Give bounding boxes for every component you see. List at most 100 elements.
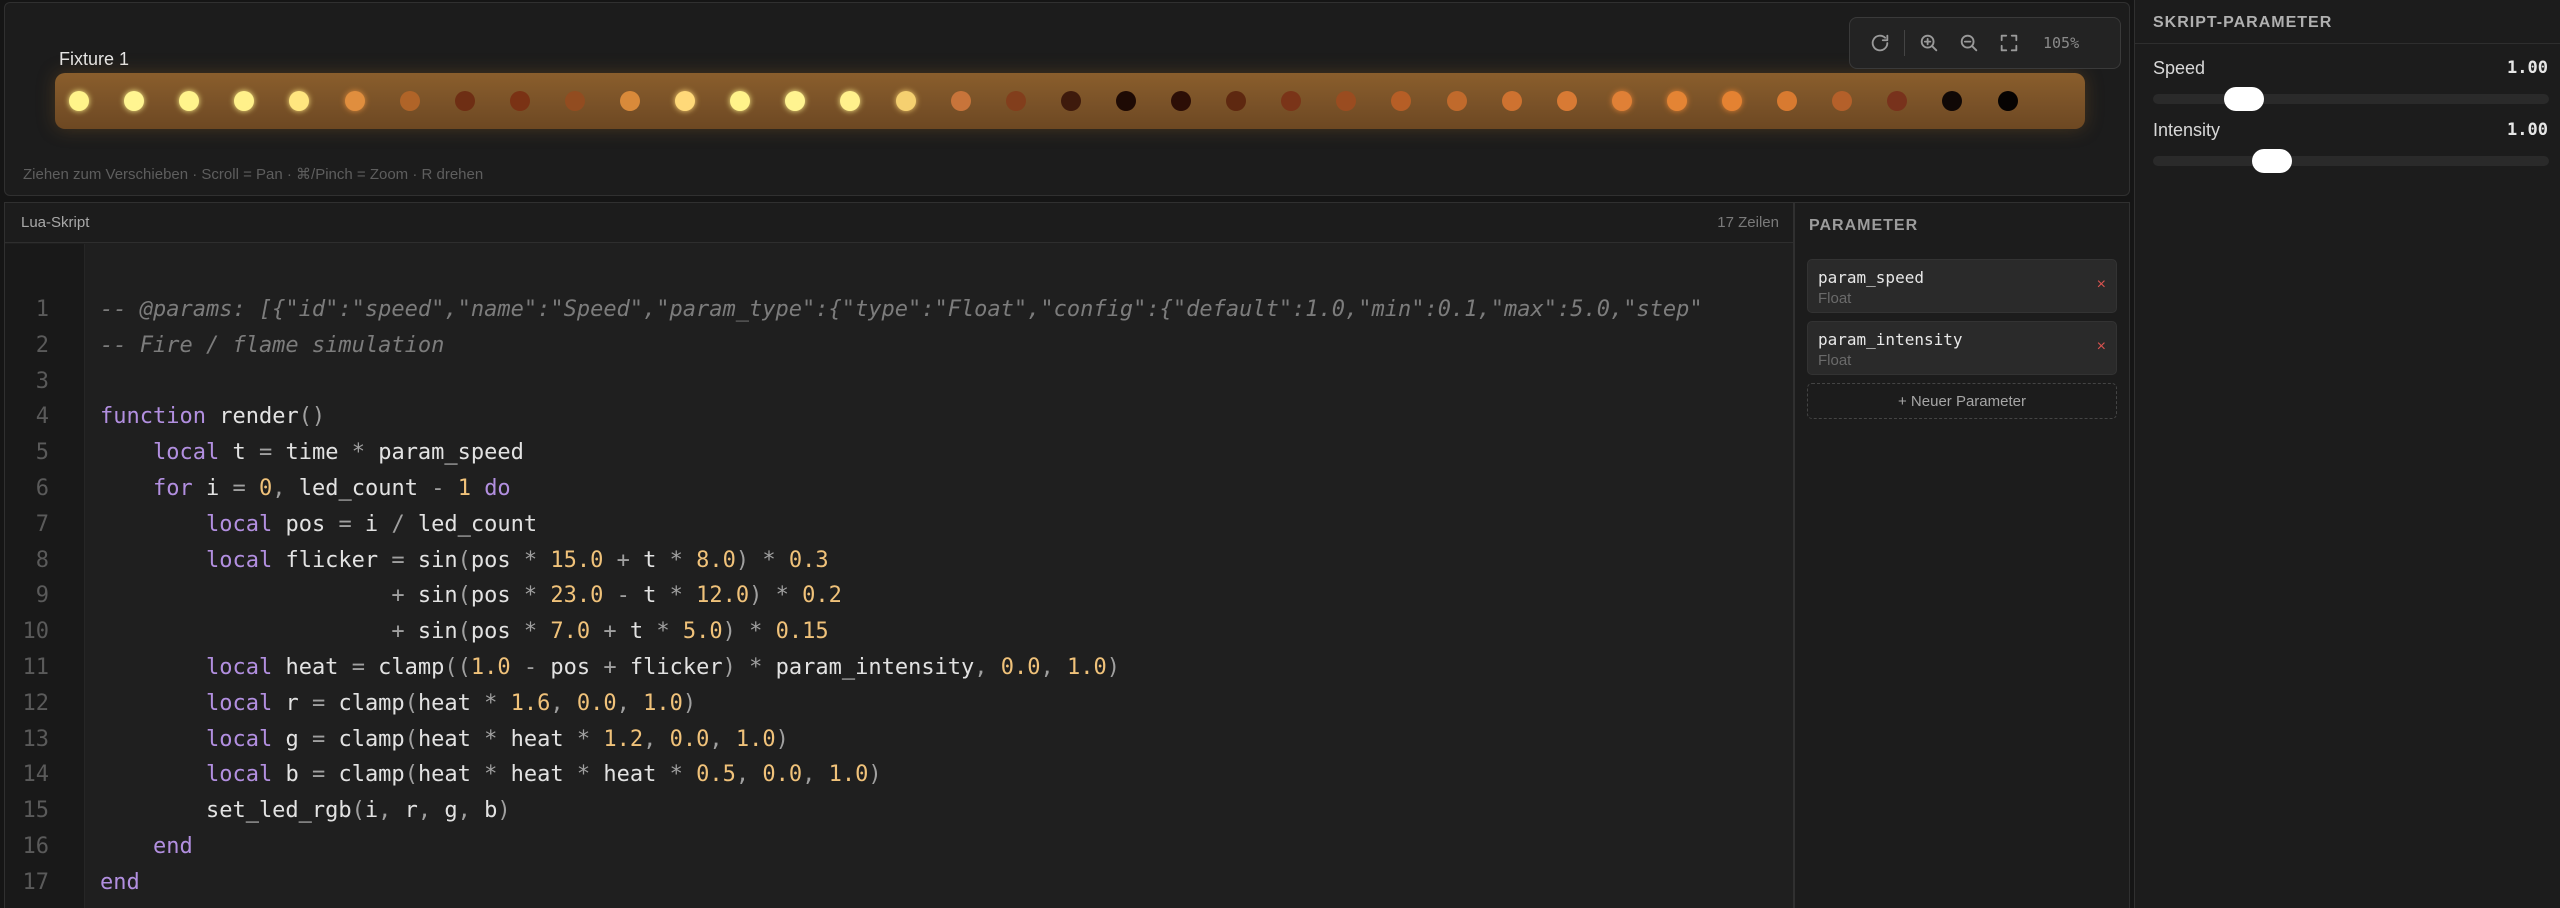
fixture-preview-panel[interactable]: Fixture 1 105% Ziehen zum Verschieben · … (4, 2, 2130, 196)
led-dot (124, 91, 145, 111)
fixture-led-strip[interactable] (55, 73, 2085, 129)
code-token: * (576, 726, 591, 752)
line-number-gutter: 1 2 3 4 5 6 7 8 9 10 11 12 13 14 15 16 17 (5, 244, 85, 908)
code-token: -- Fire / flame simulation (100, 332, 445, 358)
code-token: , (550, 690, 564, 716)
code-token: , (1040, 655, 1054, 680)
code-token: b (470, 798, 498, 824)
code-token: t (219, 440, 259, 466)
line-number: 1 (35, 297, 49, 322)
code-editor[interactable]: -- @params: [{"id":"speed","name":"Speed… (85, 244, 1793, 908)
line-number: 5 (35, 440, 49, 466)
code-token: ( (457, 583, 471, 609)
speed-slider[interactable] (2153, 87, 2549, 111)
code-token: , (378, 798, 392, 824)
code-token: i (351, 511, 392, 537)
code-token: sin (404, 583, 458, 609)
code-token: end (100, 869, 140, 895)
code-line: end (100, 829, 193, 865)
code-token: local (152, 440, 220, 466)
code-token: + (391, 619, 405, 645)
code-token: () (298, 404, 326, 430)
code-token: 15.0 (550, 547, 604, 573)
code-token: * (484, 726, 498, 752)
code-token: , (735, 762, 750, 788)
code-token: ) (722, 619, 736, 645)
code-token: 1.0 (643, 690, 683, 716)
code-token: * (523, 619, 538, 645)
line-number: 7 (35, 511, 49, 537)
code-token: 1.0 (470, 655, 511, 680)
code-token: 1.0 (828, 762, 869, 788)
code-token: -- @params: [{"id":"speed","name":"Speed… (100, 297, 1703, 322)
code-token: local (205, 726, 273, 752)
code-token: ) (868, 762, 882, 788)
code-token: = (351, 655, 365, 680)
remove-param-button[interactable]: × (2097, 338, 2106, 356)
code-token: g (272, 726, 312, 752)
led-dot (1115, 91, 1136, 111)
led-dot (1556, 91, 1577, 111)
code-token: 0.5 (696, 762, 736, 788)
code-token: heat (497, 726, 577, 752)
remove-param-button[interactable]: × (2097, 276, 2106, 294)
code-line: end (100, 865, 140, 901)
code-token: * (656, 619, 670, 645)
code-token: 0.0 (1000, 655, 1041, 680)
reset-view-button[interactable] (1860, 23, 1900, 63)
code-token: 0.0 (576, 690, 617, 716)
code-token: 0.3 (788, 547, 829, 573)
code-token: r (391, 798, 418, 824)
code-token: * (576, 762, 591, 788)
code-token: * (484, 762, 498, 788)
code-token: g (431, 798, 458, 824)
fit-view-button[interactable] (1989, 23, 2029, 63)
code-token: ) (749, 583, 763, 609)
led-dot (1997, 91, 2018, 111)
editor-line-count: 17 Zeilen (1717, 214, 1779, 231)
code-line: local pos = i / led_count (100, 507, 537, 543)
code-token: for (152, 476, 193, 501)
led-dot (1005, 91, 1026, 111)
code-token: * (351, 440, 365, 466)
led-dot (454, 91, 475, 111)
code-line: -- @params: [{"id":"speed","name":"Speed… (100, 292, 1703, 328)
new-parameter-button[interactable]: + Neuer Parameter (1807, 383, 2117, 419)
code-token: clamp (364, 655, 445, 680)
code-token: 1.6 (510, 690, 551, 716)
zoom-out-button[interactable] (1949, 23, 1989, 63)
code-token: heat (497, 762, 577, 788)
code-token: ) (1106, 655, 1121, 680)
code-token: param_speed (364, 440, 524, 466)
code-token: clamp (325, 726, 405, 752)
code-token: heat (417, 762, 485, 788)
parameter-panel: PARAMETER param_speed Float × param_inte… (1794, 202, 2130, 908)
param-card-speed[interactable]: param_speed Float × (1807, 259, 2117, 313)
script-parameter-heading: SKRIPT-PARAMETER (2153, 14, 2333, 31)
code-token: - (431, 476, 445, 501)
param-card-intensity[interactable]: param_intensity Float × (1807, 321, 2117, 375)
code-token: ( (404, 690, 418, 716)
code-line: local g = clamp(heat * heat * 1.2, 0.0, … (100, 722, 789, 758)
code-token: param_intensity (762, 655, 975, 680)
speed-slider-thumb[interactable] (2224, 87, 2265, 111)
line-number: 17 (22, 869, 50, 895)
led-dot (1666, 91, 1687, 111)
code-token: * (749, 619, 763, 645)
script-parameter-panel: SKRIPT-PARAMETER Speed 1.00 Intensity 1.… (2134, 0, 2560, 908)
led-dot (1171, 91, 1191, 111)
intensity-slider[interactable] (2153, 149, 2549, 173)
led-dot (69, 91, 89, 111)
zoom-in-button[interactable] (1909, 23, 1949, 63)
intensity-slider-thumb[interactable] (2252, 149, 2292, 173)
code-token: * (669, 762, 683, 788)
